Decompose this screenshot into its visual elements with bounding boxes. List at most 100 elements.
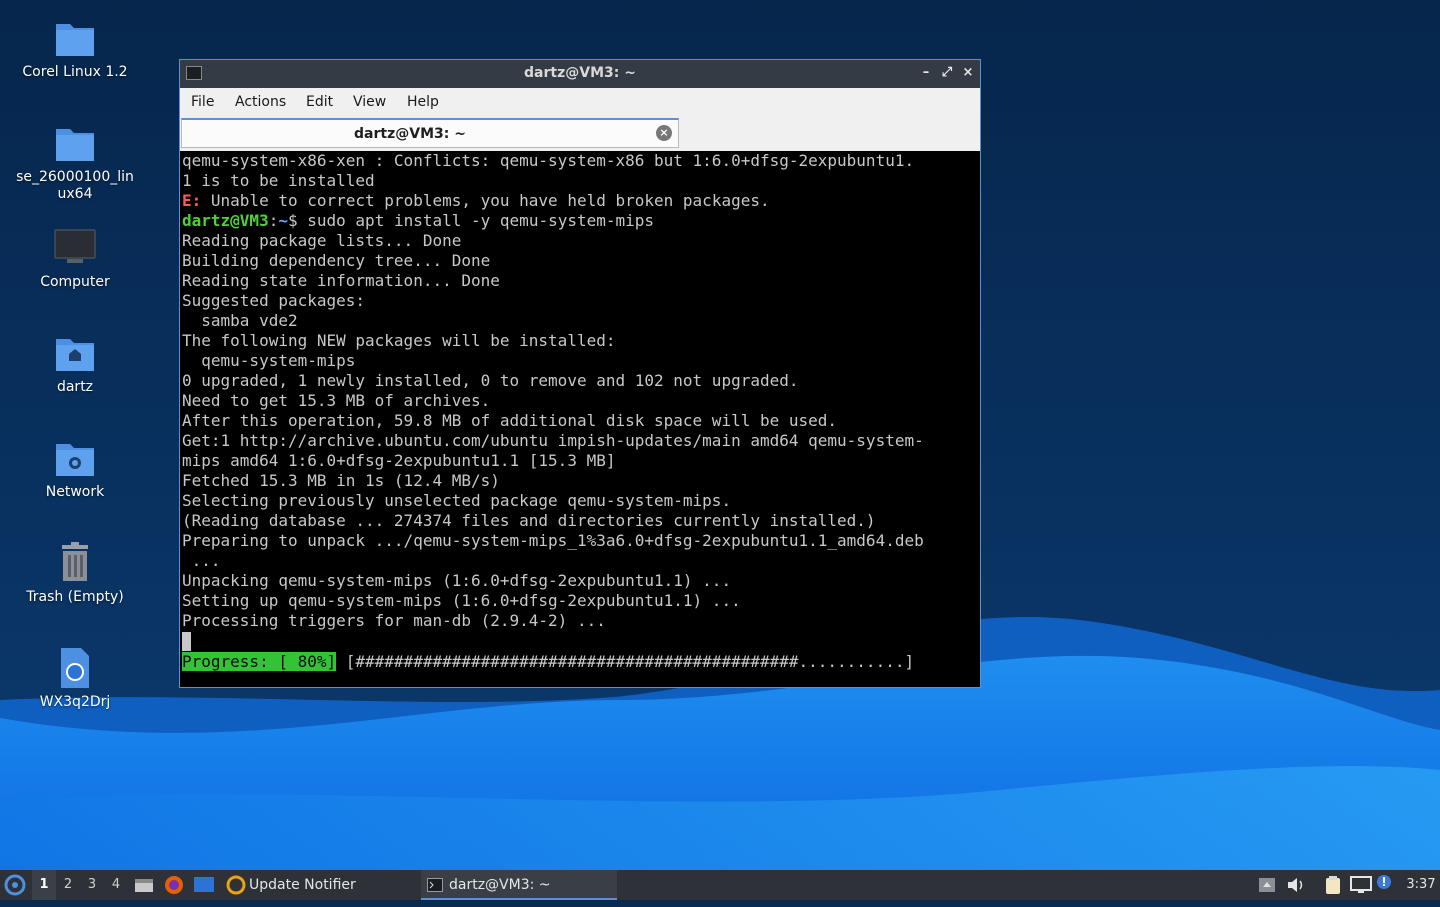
removable-drive-icon: [1259, 878, 1275, 892]
terminal-line: 1 is to be installed: [182, 171, 375, 190]
task-terminal[interactable]: dartz@VM3: ~: [421, 870, 617, 900]
tray-clipboard[interactable]: [1323, 870, 1343, 900]
menu-help[interactable]: Help: [407, 94, 439, 110]
error-prefix: E:: [182, 191, 202, 210]
tray-notification[interactable]: [1376, 870, 1392, 900]
terminal-icon: [427, 878, 443, 892]
tab-terminal[interactable]: dartz@VM3: ~ ×: [181, 118, 679, 148]
error-message: Unable to correct problems, you have hel…: [210, 191, 770, 210]
menu-edit[interactable]: Edit: [306, 94, 333, 110]
terminal-cursor: [182, 632, 191, 651]
tab-bar: dartz@VM3: ~ ×: [180, 116, 980, 150]
window-titlebar[interactable]: dartz@VM3: ~ – ⤢ ×: [180, 60, 980, 88]
progress-label: Progress: [ 80%]: [182, 652, 337, 671]
tray-eject[interactable]: [1258, 870, 1276, 900]
folder-icon: [56, 129, 94, 161]
terminal-line: ...: [182, 551, 221, 570]
terminal-line: E: Unable to correct problems, you have …: [182, 191, 770, 211]
desktop-icon: [194, 877, 214, 892]
desktop-icon-corel-linux[interactable]: Corel Linux 1.2: [10, 16, 140, 81]
terminal-line: Reading package lists... Done: [182, 231, 462, 250]
prompt-dollar: $: [287, 211, 298, 230]
desktop-icon-dartz[interactable]: dartz: [10, 331, 140, 396]
desktop-icon-label: Computer: [40, 274, 110, 290]
tab-close-icon[interactable]: ×: [656, 125, 672, 141]
tab-title: dartz@VM3: ~: [354, 126, 466, 142]
terminal-line: Suggested packages:: [182, 291, 366, 310]
desktop-icon-label: Corel Linux 1.2: [22, 64, 128, 80]
prompt-user: dartz@VM3: [182, 211, 269, 230]
desktop-icon-se-26000100[interactable]: se_26000100_lin ux64: [10, 121, 140, 203]
terminal-window[interactable]: dartz@VM3: ~ – ⤢ × File Actions Edit Vie…: [179, 59, 981, 688]
menu-file[interactable]: File: [191, 94, 214, 110]
desktop-icon-label: se_26000100_lin ux64: [16, 169, 134, 202]
terminal-line: qemu-system-mips: [182, 351, 356, 370]
desktop-icon-network[interactable]: Network: [10, 436, 140, 501]
desktop-icon-computer[interactable]: Computer: [10, 226, 140, 291]
prompt-sep: :: [268, 211, 279, 230]
terminal-line: Reading state information... Done: [182, 271, 500, 290]
desktop-icon-trash[interactable]: Trash (Empty): [10, 541, 140, 606]
workspace-3[interactable]: 3: [80, 870, 104, 900]
terminal-line: mips amd64 1:6.0+dfsg-2expubuntu1.1 [15.…: [182, 451, 616, 470]
lubuntu-logo-icon: [4, 874, 26, 896]
clock[interactable]: 3:37: [1404, 870, 1438, 900]
trash-icon: [62, 542, 88, 581]
terminal-line: After this operation, 59.8 MB of additio…: [182, 411, 838, 430]
show-desktop-launcher[interactable]: [193, 870, 215, 900]
progress-line: Progress: [ 80%] [######################…: [182, 652, 914, 672]
folder-icon: [56, 24, 94, 56]
workspace-2[interactable]: 2: [56, 870, 80, 900]
close-button[interactable]: ×: [960, 65, 976, 81]
terminal-line: Setting up qemu-system-mips (1:6.0+dfsg-…: [182, 591, 741, 610]
prompt-command: sudo apt install -y qemu-system-mips: [297, 211, 655, 230]
volume-icon: [1288, 878, 1303, 892]
desktop-icon-label: Network: [45, 484, 105, 500]
maximize-button[interactable]: ⤢: [939, 65, 955, 81]
terminal-line: samba vde2: [182, 311, 298, 330]
desktop-icon-label: dartz: [56, 379, 94, 395]
desktop-icon-wx3q2drj[interactable]: WX3q2Drj: [10, 646, 140, 711]
tray-volume[interactable]: [1286, 870, 1306, 900]
workspace-1[interactable]: 1: [32, 870, 56, 900]
desktop-icon-label: Trash (Empty): [26, 589, 124, 605]
file-manager-icon: [135, 879, 153, 892]
terminal-line: Preparing to unpack .../qemu-system-mips…: [182, 531, 924, 550]
terminal-line: Processing triggers for man-db (2.9.4-2)…: [182, 611, 606, 630]
window-title: dartz@VM3: ~: [524, 65, 636, 81]
progress-bar: [#######################################…: [336, 652, 915, 671]
terminal-line: The following NEW packages will be insta…: [182, 331, 616, 350]
firefox-launcher[interactable]: [163, 870, 185, 900]
tray-network[interactable]: [1350, 870, 1372, 900]
file-manager-launcher[interactable]: [134, 870, 154, 900]
terminal-line: Need to get 15.3 MB of archives.: [182, 391, 491, 410]
terminal-line: Fetched 15.3 MB in 1s (12.4 MB/s): [182, 471, 500, 490]
terminal-line: Get:1 http://archive.ubuntu.com/ubuntu i…: [182, 431, 924, 450]
terminal-output[interactable]: qemu-system-x86-xen : Conflicts: qemu-sy…: [180, 151, 980, 687]
network-icon: [1350, 876, 1372, 893]
prompt-path: ~: [278, 211, 288, 230]
menu-actions[interactable]: Actions: [235, 94, 286, 110]
firefox-icon: [165, 876, 183, 894]
task-label: Update Notifier: [249, 877, 356, 893]
taskbar: 1 2 3 4 Update Notifier dartz@VM3: ~ 3:3…: [0, 870, 1440, 900]
task-update-notifier[interactable]: Update Notifier: [224, 870, 404, 900]
minimize-button[interactable]: –: [918, 65, 934, 81]
info-notification-icon: [1377, 875, 1391, 889]
computer-icon: [54, 229, 96, 263]
workspace-4[interactable]: 4: [104, 870, 128, 900]
terminal-prompt-line: dartz@VM3:~$ sudo apt install -y qemu-sy…: [182, 211, 654, 231]
update-notifier-icon: [226, 875, 246, 895]
clipboard-icon: [1326, 876, 1340, 894]
network-folder-icon: [56, 444, 94, 476]
home-folder-icon: [56, 339, 94, 371]
menu-bar: File Actions Edit View Help: [180, 88, 980, 116]
terminal-line: Selecting previously unselected package …: [182, 491, 732, 510]
terminal-line: Unpacking qemu-system-mips (1:6.0+dfsg-2…: [182, 571, 732, 590]
menu-view[interactable]: View: [353, 94, 386, 110]
start-menu-button[interactable]: [4, 870, 28, 900]
desktop-icon-label: WX3q2Drj: [39, 694, 111, 710]
task-label: dartz@VM3: ~: [449, 877, 551, 893]
terminal-line: 0 upgraded, 1 newly installed, 0 to remo…: [182, 371, 799, 390]
terminal-line: Building dependency tree... Done: [182, 251, 491, 270]
